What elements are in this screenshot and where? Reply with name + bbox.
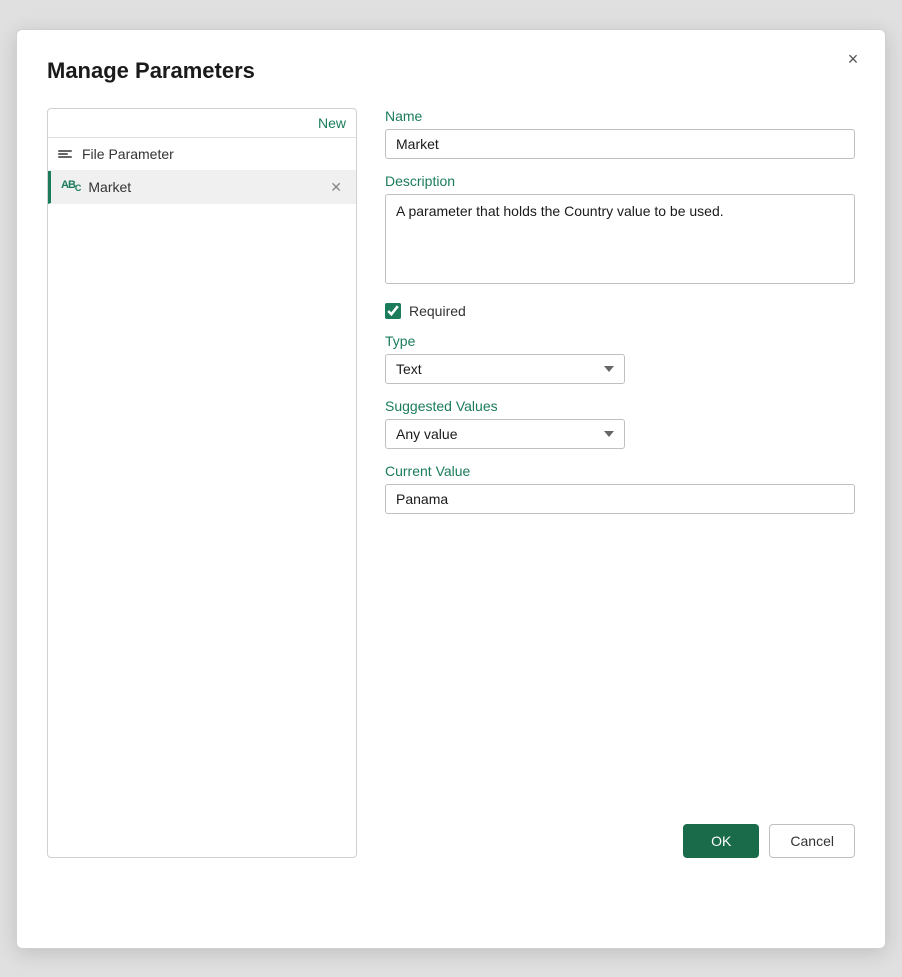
type-field-group: Type Text Number Date Date/Time True/Fal… [385,333,855,384]
cancel-button[interactable]: Cancel [769,824,855,858]
current-value-field-group: Current Value [385,463,855,514]
dialog-body: New File Parameter ABC Market ✕ [47,108,855,858]
dialog-footer: OK Cancel [385,794,855,858]
description-field-group: Description A parameter that holds the C… [385,173,855,289]
suggested-values-label: Suggested Values [385,398,855,414]
description-textarea[interactable]: A parameter that holds the Country value… [385,194,855,284]
manage-parameters-dialog: × Manage Parameters New File Parameter [16,29,886,949]
required-row: Required [385,303,855,319]
parameter-details-panel: Name Description A parameter that holds … [357,108,855,858]
type-label: Type [385,333,855,349]
ok-button[interactable]: OK [683,824,759,858]
new-link-row: New [48,109,356,138]
market-label: Market [88,179,318,195]
required-checkbox[interactable] [385,303,401,319]
name-input[interactable] [385,129,855,159]
parameters-list-panel: New File Parameter ABC Market ✕ [47,108,357,858]
name-label: Name [385,108,855,124]
abc-icon: ABC [61,180,80,193]
dialog-title: Manage Parameters [47,58,855,84]
current-value-label: Current Value [385,463,855,479]
parameter-list: File Parameter ABC Market ✕ [48,138,356,204]
file-parameter-label: File Parameter [82,146,346,162]
type-select[interactable]: Text Number Date Date/Time True/False Bi… [385,354,625,384]
delete-parameter-button[interactable]: ✕ [326,180,346,194]
suggested-values-select[interactable]: Any value List of values Query [385,419,625,449]
required-label: Required [409,303,466,319]
list-item[interactable]: File Parameter [48,138,356,171]
name-field-group: Name [385,108,855,159]
description-label: Description [385,173,855,189]
close-button[interactable]: × [839,46,867,74]
suggested-values-field-group: Suggested Values Any value List of value… [385,398,855,449]
current-value-input[interactable] [385,484,855,514]
new-parameter-button[interactable]: New [318,115,346,131]
list-icon [58,150,74,158]
list-item[interactable]: ABC Market ✕ [48,171,356,204]
